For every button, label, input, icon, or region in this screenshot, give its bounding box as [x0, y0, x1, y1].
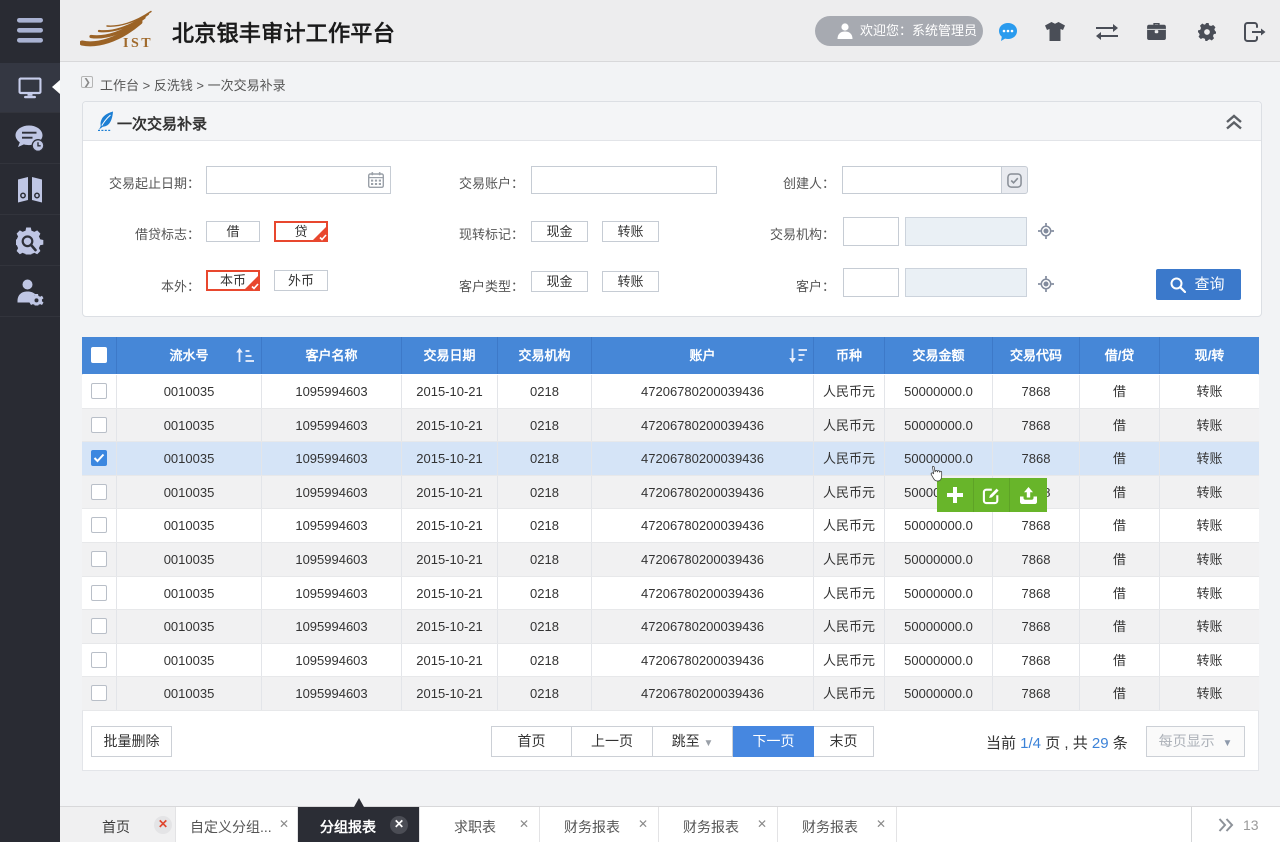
- svg-text:IST: IST: [123, 36, 153, 51]
